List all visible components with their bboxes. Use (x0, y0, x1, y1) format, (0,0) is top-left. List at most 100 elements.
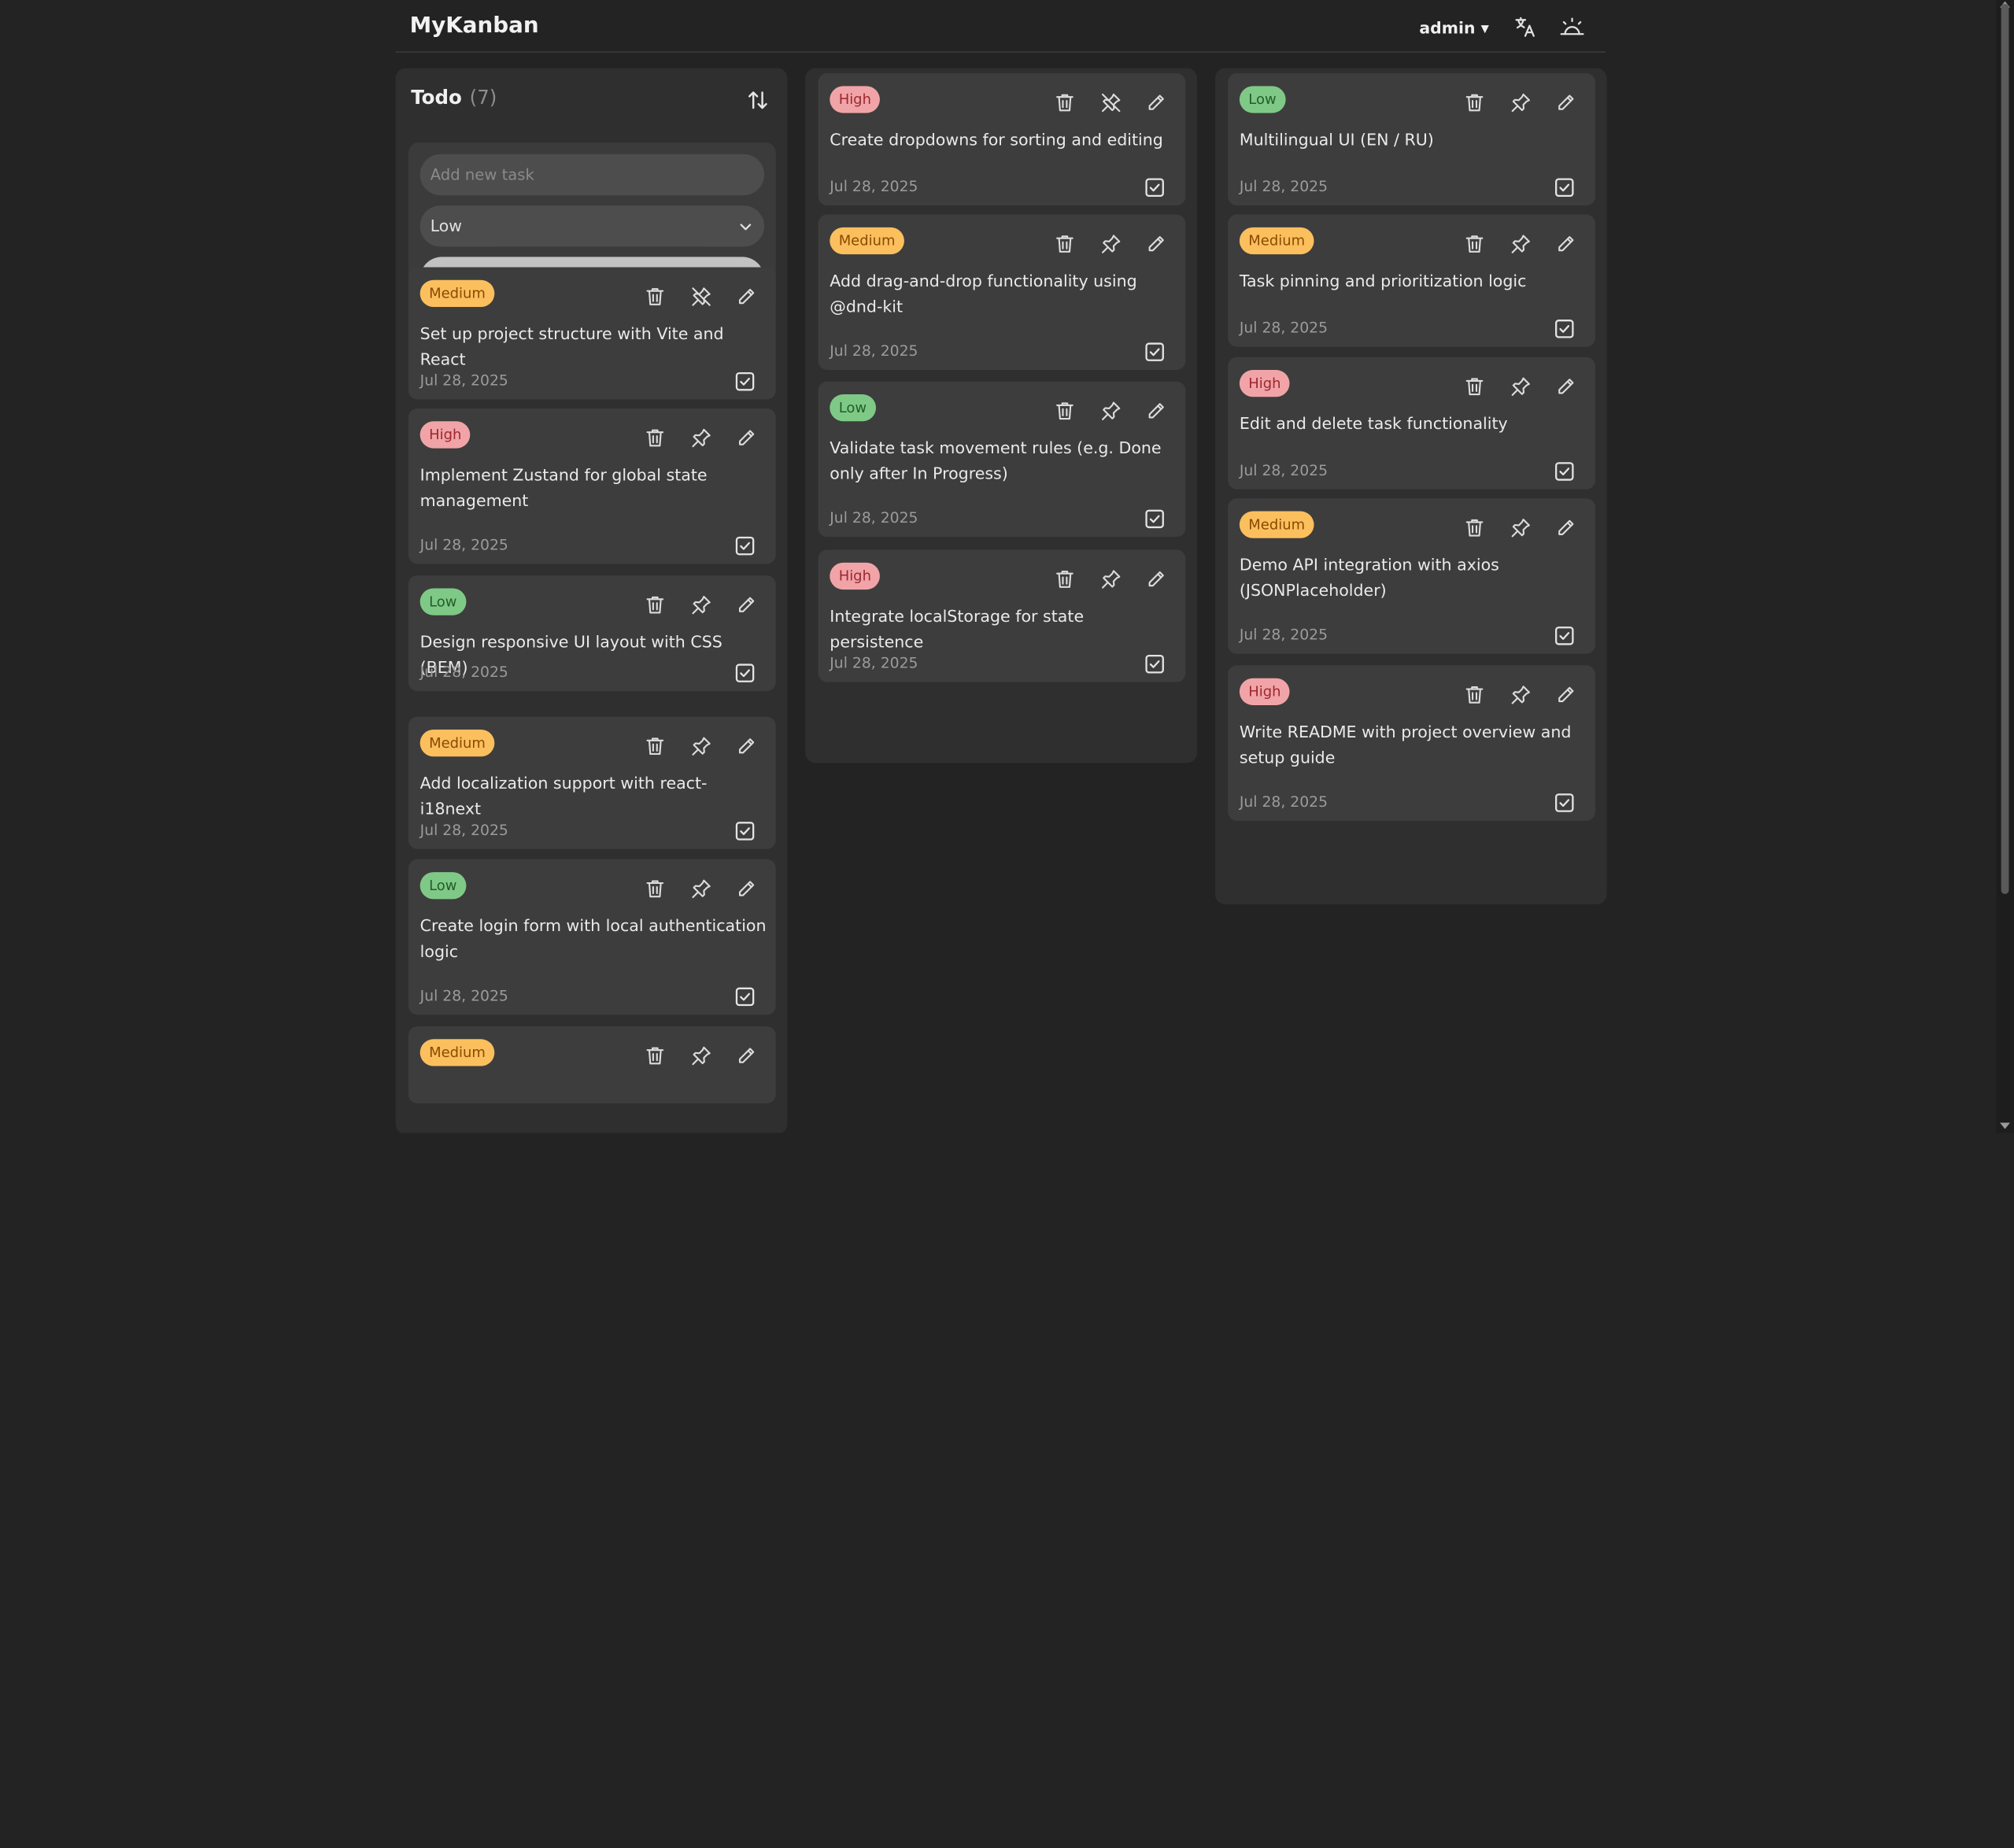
edit-button[interactable] (1554, 91, 1577, 114)
pin-icon (1510, 377, 1532, 403)
pin-button[interactable] (1099, 567, 1122, 590)
vertical-scrollbar[interactable] (1996, 0, 2014, 1133)
task-card[interactable]: Low Multilingual UI (EN / RU) Jul 28, 2025 (1228, 73, 1595, 206)
edit-button[interactable] (1144, 400, 1167, 423)
edit-button[interactable] (735, 878, 758, 900)
delete-button[interactable] (1463, 375, 1486, 398)
delete-button[interactable] (644, 593, 667, 616)
sort-button[interactable] (746, 89, 769, 112)
complete-checkbox[interactable] (1554, 461, 1575, 482)
priority-select[interactable]: Low (419, 205, 765, 247)
task-card[interactable]: High Integrate localStorage for state per… (818, 549, 1186, 682)
pin-button[interactable] (1510, 91, 1532, 114)
task-card[interactable]: Medium Add localization support with reac… (408, 716, 776, 849)
complete-checkbox[interactable] (735, 536, 756, 556)
task-card[interactable]: Medium Demo API integration with axios (J… (1228, 498, 1595, 654)
edit-button[interactable] (1554, 232, 1577, 255)
delete-button[interactable] (644, 1044, 667, 1067)
delete-button[interactable] (1463, 683, 1486, 706)
task-title: Integrate localStorage for state persist… (830, 606, 1085, 652)
scrollbar-thumb[interactable] (2001, 3, 2009, 894)
task-date: Jul 28, 2025 (1239, 460, 1329, 479)
edit-button[interactable] (735, 593, 758, 616)
task-card[interactable]: Medium Add drag-and-drop functionality us… (818, 214, 1186, 371)
task-card[interactable]: High Write README with project overview a… (1228, 665, 1595, 821)
task-card[interactable]: Medium (408, 1026, 776, 1103)
scroll-down-arrow-icon[interactable] (2000, 1122, 2011, 1130)
pin-button[interactable] (689, 593, 712, 616)
task-actions (644, 1044, 758, 1067)
task-card[interactable]: High Create dropdowns for sorting and edi… (818, 73, 1186, 206)
task-card[interactable]: Low Design responsive UI layout with CSS … (408, 575, 776, 692)
complete-checkbox[interactable] (1144, 177, 1165, 198)
user-menu-button[interactable]: admin ▾ (1419, 18, 1488, 37)
edit-button[interactable] (735, 735, 758, 758)
complete-checkbox[interactable] (1144, 342, 1165, 362)
viewport: MyKanban admin ▾ Todo(7)LowAdd taskMediu… (0, 0, 2014, 1133)
unpin-button[interactable] (1099, 91, 1122, 114)
pin-button[interactable] (689, 735, 712, 758)
app-root: MyKanban admin ▾ Todo(7)LowAdd taskMediu… (0, 0, 2014, 1848)
delete-button[interactable] (1053, 91, 1076, 114)
pin-button[interactable] (689, 878, 712, 900)
pin-icon (689, 1046, 712, 1073)
delete-button[interactable] (1053, 400, 1076, 423)
edit-button[interactable] (1144, 567, 1167, 590)
task-card[interactable]: High Implement Zustand for global state m… (408, 408, 776, 564)
pin-icon (689, 737, 712, 763)
pin-button[interactable] (1099, 400, 1122, 423)
edit-button[interactable] (1144, 232, 1167, 255)
complete-checkbox[interactable] (1554, 177, 1575, 198)
complete-checkbox[interactable] (735, 663, 756, 683)
task-title: Add drag-and-drop functionality using @d… (830, 271, 1137, 316)
edit-button[interactable] (1554, 516, 1577, 539)
edit-button[interactable] (1144, 91, 1167, 114)
delete-button[interactable] (644, 285, 667, 308)
edit-button[interactable] (735, 285, 758, 308)
pin-button[interactable] (1099, 232, 1122, 255)
pin-button[interactable] (1510, 375, 1532, 398)
edit-button[interactable] (1554, 375, 1577, 398)
complete-checkbox[interactable] (1144, 508, 1165, 529)
delete-button[interactable] (644, 427, 667, 449)
task-date: Jul 28, 2025 (1239, 625, 1329, 644)
complete-checkbox[interactable] (1144, 654, 1165, 675)
complete-checkbox[interactable] (1554, 626, 1575, 646)
pin-button[interactable] (689, 427, 712, 449)
edit-button[interactable] (735, 427, 758, 449)
task-actions (1463, 91, 1577, 114)
delete-button[interactable] (644, 878, 667, 900)
edit-button[interactable] (1554, 683, 1577, 706)
theme-toggle-icon[interactable] (1559, 14, 1585, 40)
delete-button[interactable] (1053, 232, 1076, 255)
complete-checkbox[interactable] (735, 986, 756, 1007)
checkbox-checked-icon (1144, 342, 1165, 368)
translate-icon[interactable] (1513, 14, 1539, 40)
task-card[interactable]: Low Create login form with local authenti… (408, 859, 776, 1015)
task-card[interactable]: High Edit and delete task functionality Ju… (1228, 357, 1595, 490)
task-card[interactable]: Medium Set up project structure with Vite… (408, 267, 776, 400)
delete-button[interactable] (1053, 567, 1076, 590)
unpin-button[interactable] (689, 285, 712, 308)
delete-button[interactable] (644, 735, 667, 758)
delete-button[interactable] (1463, 516, 1486, 539)
task-card[interactable]: Medium Task pinning and prioritization lo… (1228, 214, 1595, 347)
complete-checkbox[interactable] (1554, 319, 1575, 339)
complete-checkbox[interactable] (735, 371, 756, 392)
pin-button[interactable] (1510, 232, 1532, 255)
task-card[interactable]: Low Validate task movement rules (e.g. Do… (818, 381, 1186, 538)
new-task-input[interactable] (419, 153, 765, 196)
edit-button[interactable] (735, 1044, 758, 1067)
task-title: Validate task movement rules (e.g. Done … (830, 438, 1162, 483)
delete-button[interactable] (1463, 91, 1486, 114)
pin-button[interactable] (1510, 516, 1532, 539)
checkbox-checked-icon (1554, 178, 1575, 203)
pin-button[interactable] (689, 1044, 712, 1067)
complete-checkbox[interactable] (735, 821, 756, 841)
complete-checkbox[interactable] (1554, 793, 1575, 813)
checkbox-checked-icon (1144, 654, 1165, 679)
trash-icon (1053, 94, 1076, 120)
delete-button[interactable] (1463, 232, 1486, 255)
pin-button[interactable] (1510, 683, 1532, 706)
pencil-icon (735, 738, 758, 763)
